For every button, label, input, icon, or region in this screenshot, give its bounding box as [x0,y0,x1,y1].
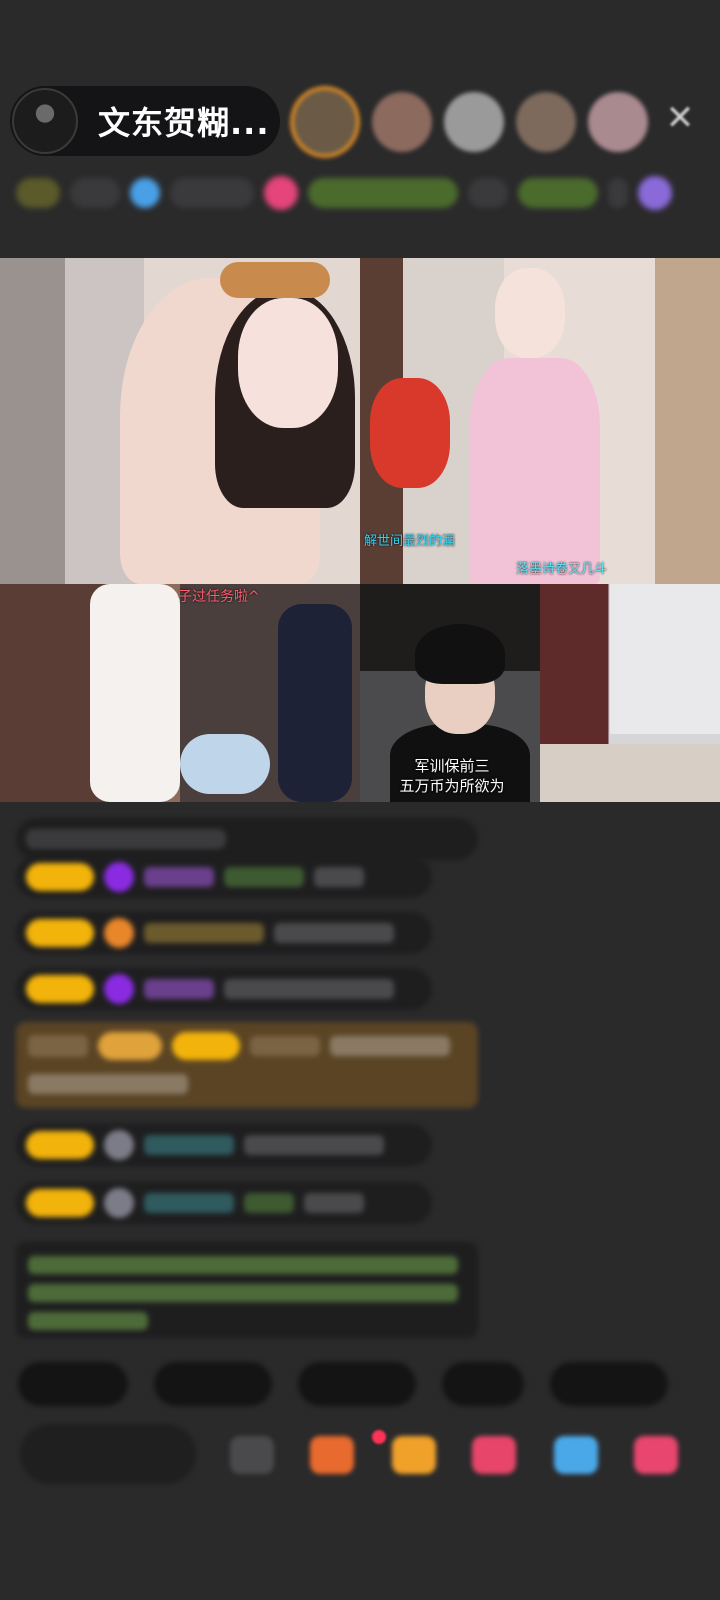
notification-dot [372,1430,386,1444]
user-badge [26,1131,94,1159]
video-tile[interactable]: 军训保前三 五万币为所欲为 [360,584,540,802]
host-info-pill[interactable]: 文东贺糊... [10,86,280,156]
video-tile[interactable]: 解世间最烈的酒 落墨诗卷又几斗 [360,258,720,584]
chat-text [28,1284,458,1302]
mascot-plush [370,378,450,488]
user-badge [26,975,94,1003]
activity-icon[interactable] [638,176,672,210]
gift-text [28,1035,88,1057]
viewer-avatar[interactable] [588,92,648,152]
viewer-avatar-list [290,86,648,158]
streamer-face [238,298,338,428]
rank-icon [130,178,160,208]
chat-message[interactable] [16,1182,432,1224]
chat-text [26,829,226,849]
user-badge [26,919,94,947]
host-avatar[interactable] [12,88,78,154]
chat-message[interactable] [16,818,478,860]
user-badge [172,1032,240,1060]
chat-message[interactable] [16,968,432,1010]
quick-reply-chip[interactable] [154,1362,272,1406]
chat-username[interactable] [144,1193,234,1213]
avatar-icon [104,1130,134,1160]
viewer-avatar[interactable] [372,92,432,152]
curtain-decor [610,584,720,734]
stat-chip [70,178,120,208]
gift-message[interactable] [16,1022,478,1108]
chat-username[interactable] [224,867,304,887]
tile-caption: 落墨诗卷又几斗 [516,562,608,577]
stat-chip [608,178,628,208]
chat-username[interactable] [144,867,214,887]
quick-reply-row [18,1362,668,1406]
streamer-figure [278,604,352,802]
tile-caption: 解世间最烈的酒 [364,534,456,549]
host-name: 文东贺糊... [98,104,270,142]
tag-chip[interactable] [308,178,458,208]
chat-text [28,1312,148,1330]
level-chip[interactable] [16,178,60,208]
caption-line: 五万币为所欲为 [399,777,505,795]
multi-guest-video-grid: 解世间最烈的酒 落墨诗卷又几斗 子过任务啦^ 军训保前三 五万币为所欲为 [0,258,720,802]
chat-text [274,923,394,943]
gem-icon [104,862,134,892]
chat-message[interactable] [16,856,432,898]
viewer-avatar[interactable] [516,92,576,152]
chat-text [28,1256,458,1274]
viewer-avatar[interactable] [444,92,504,152]
video-tile[interactable]: 子过任务啦^ [0,584,360,802]
quick-reply-chip[interactable] [442,1362,524,1406]
tag-chip [468,178,508,208]
chat-text [330,1036,450,1056]
streamer-face [495,268,565,358]
avatar-icon [104,1188,134,1218]
quick-reply-chip[interactable] [298,1362,416,1406]
chat-username[interactable] [250,1036,320,1056]
streamer-figure [90,584,180,802]
gem-icon [104,918,134,948]
quick-reply-chip[interactable] [18,1362,128,1406]
user-badge [26,1189,94,1217]
chat-username[interactable] [144,1135,234,1155]
comment-input[interactable] [20,1424,196,1484]
chat-message[interactable] [16,912,432,954]
gift-box-icon[interactable] [310,1436,354,1474]
balloons-decor [180,734,270,794]
quick-reply-chip[interactable] [550,1362,668,1406]
user-badge [26,863,94,891]
info-strip [16,170,686,216]
tile-caption: 子过任务啦^ [178,589,260,605]
pk-icon[interactable] [472,1436,516,1474]
system-notice [16,1242,478,1338]
chat-text [224,979,394,999]
flower-crown-effect [220,262,330,298]
emoji-icon[interactable] [230,1436,274,1474]
streamer-figure [470,358,600,584]
video-tile[interactable] [540,584,720,802]
tile-caption: 军训保前三 五万币为所欲为 [382,756,522,796]
game-icon[interactable] [554,1436,598,1474]
chat-text [244,1135,384,1155]
chat-message[interactable] [16,1124,432,1166]
chat-username[interactable] [144,979,214,999]
gift-badge [98,1032,162,1060]
gem-icon [104,974,134,1004]
chat-text [304,1193,364,1213]
close-icon[interactable]: ✕ [662,100,698,136]
chat-username[interactable] [144,923,264,943]
stat-chip [170,178,254,208]
treasure-icon[interactable] [392,1436,436,1474]
video-tile[interactable] [0,258,360,584]
floor-decor [540,744,720,802]
chat-text [314,867,364,887]
bottom-toolbar [20,1424,700,1484]
gift-icon[interactable] [634,1436,678,1474]
chat-text [28,1074,188,1094]
tag-chip[interactable] [518,178,598,208]
caption-line: 军训保前三 [414,757,490,775]
chat-username[interactable] [244,1193,294,1213]
viewer-avatar[interactable] [290,86,360,158]
follow-icon[interactable] [264,176,298,210]
streamer-hair [415,624,505,684]
